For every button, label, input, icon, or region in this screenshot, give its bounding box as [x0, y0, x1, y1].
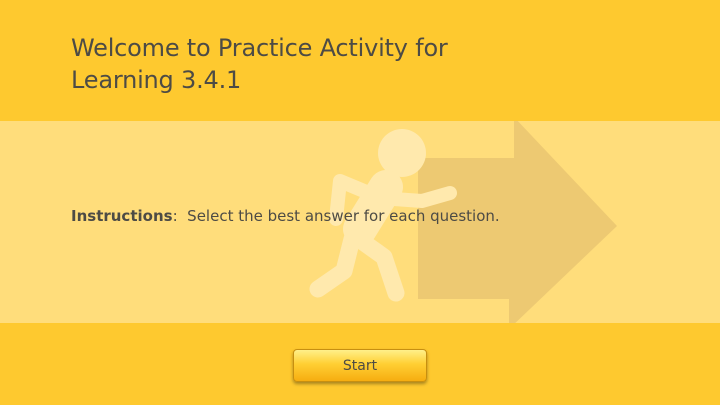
instructions-body: Select the best answer for each question…	[187, 207, 500, 225]
slide: Welcome to Practice Activity for Learnin…	[0, 0, 720, 405]
title-line-1: Welcome to Practice Activity for	[71, 34, 448, 62]
start-button-label: Start	[342, 357, 378, 374]
instructions-text: Instructions: Select the best answer for…	[71, 206, 500, 226]
instructions-label: Instructions	[71, 207, 173, 225]
page-title: Welcome to Practice Activity for Learnin…	[71, 32, 448, 96]
instructions-separator: :	[172, 207, 178, 225]
start-button[interactable]: Start	[293, 349, 427, 382]
title-line-2: Learning 3.4.1	[71, 66, 242, 94]
